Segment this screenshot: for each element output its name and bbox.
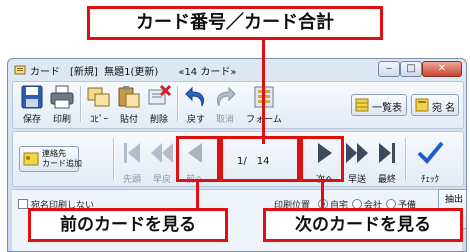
fast-forward-icon	[346, 143, 368, 163]
address-label: 宛 名	[432, 103, 456, 114]
skip-to-last-icon	[379, 143, 395, 163]
delete-button[interactable]: 削除	[146, 84, 172, 125]
undo-arrow-icon	[185, 86, 205, 107]
list-view-label: 一覧表	[372, 103, 402, 114]
card-app-icon	[14, 65, 26, 75]
copy-cards-icon	[87, 87, 110, 107]
first-card-label: 先頭	[122, 175, 141, 185]
print-button[interactable]: 印刷	[49, 84, 75, 125]
contact-card-icon	[23, 152, 39, 166]
paste-button[interactable]: 貼付	[116, 84, 142, 125]
callout-connector	[321, 182, 324, 210]
close-button[interactable]: ✕	[422, 61, 462, 77]
callout-connector	[262, 40, 265, 144]
clipboard-paste-icon	[118, 86, 140, 108]
printer-icon	[50, 85, 74, 109]
check-label: ﾁｪｯｸ	[420, 175, 439, 185]
list-view-button[interactable]: 一覧表	[351, 94, 407, 116]
rewind-icon	[151, 143, 173, 163]
maximize-button[interactable]: □	[400, 61, 422, 77]
fast-forward-label: 早送	[347, 175, 366, 185]
callout-previous-card: 前のカードを見る	[28, 208, 228, 242]
list-table-icon	[355, 98, 369, 112]
highlight-next-button	[300, 136, 344, 182]
callout-connector	[196, 182, 199, 210]
callout-next-card: 次のカードを見る	[263, 208, 463, 242]
save-label: 保存	[22, 115, 41, 125]
toolbar-separator	[113, 138, 115, 180]
checkbox-box[interactable]	[18, 199, 28, 209]
title-bar: カード [新規] 無題1(更新) «14 カード» ‒ □ ✕	[8, 59, 466, 81]
window-title: カード [新規] 無題1(更新) «14 カード»	[30, 67, 237, 78]
extract-label: 抽出	[444, 195, 463, 205]
add-contact-card-button[interactable]: 連絡先 カード追加	[19, 146, 82, 172]
floppy-disk-icon	[21, 85, 43, 109]
delete-label: 削除	[149, 115, 168, 125]
minimize-button[interactable]: ‒	[378, 61, 400, 77]
copy-label: ｺﾋﾟｰ	[89, 115, 108, 125]
main-toolbar: 保存 印刷 ｺﾋﾟｰ 貼付 削除 戻す 取消 一覧表 宛 名	[12, 81, 464, 129]
check-button[interactable]: ﾁｪｯｸ	[415, 136, 445, 185]
last-card-button[interactable]: 最終	[375, 136, 399, 185]
redo-label: 取消	[215, 115, 234, 125]
toolbar-separator	[405, 138, 407, 180]
redo-button[interactable]: 取消	[212, 84, 238, 125]
fast-back-button[interactable]: 早戻	[150, 136, 174, 185]
callout-card-number-total: カード番号／カード合計	[87, 6, 383, 40]
print-label: 印刷	[52, 115, 71, 125]
copy-button[interactable]: ｺﾋﾟｰ	[86, 84, 112, 125]
last-card-label: 最終	[377, 175, 396, 185]
highlight-card-counter	[220, 136, 300, 182]
redo-arrow-icon	[216, 86, 236, 107]
first-card-button[interactable]: 先頭	[120, 136, 144, 185]
paste-label: 貼付	[119, 115, 138, 125]
delete-card-icon	[148, 84, 172, 105]
skip-to-first-icon	[124, 143, 140, 163]
undo-button[interactable]: 戻す	[183, 84, 209, 125]
fast-back-label: 早戻	[152, 175, 171, 185]
save-button[interactable]: 保存	[19, 84, 45, 125]
checkmark-icon	[417, 141, 444, 164]
fast-forward-button[interactable]: 早送	[345, 136, 369, 185]
address-button[interactable]: 宛 名	[411, 94, 459, 116]
add-contact-card-label: 連絡先 カード追加	[42, 149, 82, 168]
address-label-icon	[415, 98, 429, 112]
highlight-previous-button	[176, 136, 220, 182]
